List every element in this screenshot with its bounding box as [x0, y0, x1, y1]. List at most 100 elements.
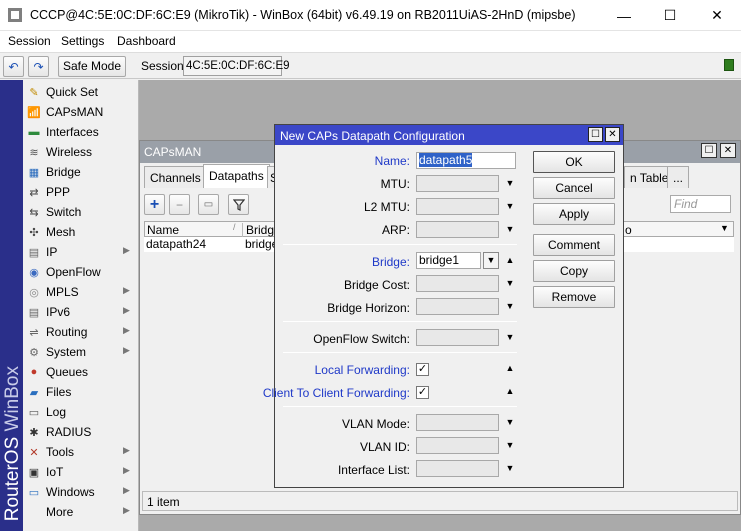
remove-icon[interactable]: −: [169, 194, 190, 215]
sidebar-item-wireless[interactable]: ≋ Wireless: [23, 142, 139, 162]
vlan-mode-field[interactable]: [416, 414, 499, 431]
item-count: 1 item: [147, 495, 180, 509]
session-field[interactable]: 4C:5E:0C:DF:6C:E9: [183, 56, 290, 76]
vlan-id-field[interactable]: [416, 437, 499, 454]
log-icon: ▭: [28, 406, 40, 419]
openflow-field[interactable]: [416, 329, 499, 346]
l2mtu-field[interactable]: [416, 198, 499, 215]
menu-session[interactable]: Session: [8, 34, 51, 48]
menu-dashboard[interactable]: Dashboard: [117, 34, 176, 48]
interface-list-dropdown-icon[interactable]: ▼: [505, 463, 515, 473]
sidebar-item-capsman[interactable]: 📶 CAPsMAN: [23, 102, 139, 122]
sidebar-item-ppp[interactable]: ⇄ PPP: [23, 182, 139, 202]
status-bar: 1 item: [142, 491, 738, 511]
arp-dropdown-icon[interactable]: ▼: [505, 224, 515, 234]
cancel-button[interactable]: Cancel: [533, 177, 615, 199]
openflow-dropdown-icon[interactable]: ▼: [505, 332, 515, 342]
sidebar-item-log[interactable]: ▭ Log: [23, 402, 139, 422]
mtu-dropdown-icon[interactable]: ▼: [505, 178, 515, 188]
tab-channels[interactable]: Channels: [144, 166, 207, 188]
vlan-mode-dropdown-icon[interactable]: ▼: [505, 417, 515, 427]
bridge-cost-dropdown-icon[interactable]: ▼: [505, 278, 515, 288]
tab-datapaths[interactable]: Datapaths: [203, 164, 270, 188]
bridge-horizon-dropdown-icon[interactable]: ▼: [505, 301, 515, 311]
sidebar-item-switch[interactable]: ⇆ Switch: [23, 202, 139, 222]
remove-button[interactable]: Remove: [533, 286, 615, 308]
sidebar-item-label: IP: [46, 245, 58, 259]
comment-button[interactable]: Comment: [533, 234, 615, 256]
submenu-arrow-icon: ▶: [123, 505, 130, 515]
add-icon[interactable]: +: [144, 194, 165, 215]
find-input[interactable]: Find: [670, 195, 731, 213]
vlan-id-dropdown-icon[interactable]: ▼: [505, 440, 515, 450]
sidebar-item-label: Queues: [46, 365, 89, 379]
sidebar-item-interfaces[interactable]: ▬ Interfaces: [23, 122, 139, 142]
local-forwarding-checkbox[interactable]: ✓: [416, 363, 429, 376]
client-to-client-label: Client To Client Forwarding:: [262, 386, 410, 400]
mtu-label: MTU:: [380, 177, 410, 191]
sort-icon: /: [233, 222, 236, 232]
arp-field[interactable]: [416, 221, 499, 238]
sidebar-item-label: Quick Set: [46, 85, 99, 99]
undo-icon[interactable]: ↶: [3, 56, 24, 77]
client-to-client-checkbox[interactable]: ✓: [416, 386, 429, 399]
ok-button[interactable]: OK: [533, 151, 615, 173]
sidebar-item-queues[interactable]: ● Queues: [23, 362, 139, 382]
tab-more[interactable]: ...: [667, 166, 689, 188]
brand-text: RouterOS WinBox: [2, 365, 23, 521]
name-field[interactable]: datapath5: [416, 152, 516, 169]
client-to-client-collapse-icon[interactable]: ▲: [505, 386, 515, 396]
queues-icon: ●: [30, 366, 38, 378]
sidebar-item-label: CAPsMAN: [46, 105, 104, 119]
wireless-icon: ≋: [29, 146, 39, 159]
bridge-select[interactable]: bridge1: [416, 252, 481, 269]
sidebar-item-ip[interactable]: ▤ IP ▶: [23, 242, 139, 262]
dialog-titlebar[interactable]: New CAPs Datapath Configuration ☐ ✕: [275, 125, 623, 145]
divider: [283, 352, 517, 353]
dialog-close-icon[interactable]: ✕: [605, 127, 620, 142]
sidebar-item-tools[interactable]: ✕ Tools ▶: [23, 442, 139, 462]
comment-icon[interactable]: ▭: [198, 194, 219, 215]
apply-button[interactable]: Apply: [533, 203, 615, 225]
quick-set-icon: ✎: [29, 86, 39, 99]
l2mtu-dropdown-icon[interactable]: ▼: [505, 201, 515, 211]
mtu-field[interactable]: [416, 175, 499, 192]
sidebar-item-radius[interactable]: ✱ RADIUS: [23, 422, 139, 442]
bridge-dropdown-icon[interactable]: ▼: [483, 252, 499, 269]
sidebar-item-files[interactable]: ▰ Files: [23, 382, 139, 402]
sidebar-item-mpls[interactable]: ◎ MPLS ▶: [23, 282, 139, 302]
column-name[interactable]: Name: [147, 223, 179, 237]
sidebar-item-iot[interactable]: ▣ IoT ▶: [23, 462, 139, 482]
sidebar-item-more[interactable]: More ▶: [23, 502, 139, 522]
divider: [283, 406, 517, 407]
close-button[interactable]: ✕: [694, 0, 740, 31]
dialog-maximize-icon[interactable]: ☐: [588, 127, 603, 142]
copy-button[interactable]: Copy: [533, 260, 615, 282]
menu-settings[interactable]: Settings: [61, 34, 104, 48]
bridge-horizon-label: Bridge Horizon:: [327, 301, 410, 315]
maximize-button[interactable]: ☐: [647, 0, 693, 31]
sidebar-item-routing[interactable]: ⇌ Routing ▶: [23, 322, 139, 342]
column-dropdown-icon[interactable]: ▼: [720, 223, 729, 233]
bridge-collapse-icon[interactable]: ▲: [505, 255, 515, 265]
local-forwarding-collapse-icon[interactable]: ▲: [505, 363, 515, 373]
sidebar-item-windows[interactable]: ▭ Windows ▶: [23, 482, 139, 502]
sidebar-item-ipv6[interactable]: ▤ IPv6 ▶: [23, 302, 139, 322]
sidebar-item-label: Bridge: [46, 165, 81, 179]
interface-list-field[interactable]: [416, 460, 499, 477]
sidebar-item-bridge[interactable]: ▦ Bridge: [23, 162, 139, 182]
sidebar-item-mesh[interactable]: ✣ Mesh: [23, 222, 139, 242]
column-partial[interactable]: o: [625, 223, 632, 237]
sidebar-item-system[interactable]: ⚙ System ▶: [23, 342, 139, 362]
bridge-cost-field[interactable]: [416, 275, 499, 292]
capsman-close-icon[interactable]: ✕: [720, 143, 736, 158]
filter-icon[interactable]: [228, 194, 249, 215]
bridge-horizon-field[interactable]: [416, 298, 499, 315]
minimize-button[interactable]: —: [601, 0, 647, 31]
capsman-maximize-icon[interactable]: ☐: [701, 143, 717, 158]
sidebar-item-openflow[interactable]: ◉ OpenFlow: [23, 262, 139, 282]
safe-mode-button[interactable]: Safe Mode: [58, 56, 126, 77]
tools-icon: ✕: [29, 446, 39, 459]
redo-icon[interactable]: ↷: [28, 56, 49, 77]
sidebar-item-quick-set[interactable]: ✎ Quick Set: [23, 82, 139, 102]
